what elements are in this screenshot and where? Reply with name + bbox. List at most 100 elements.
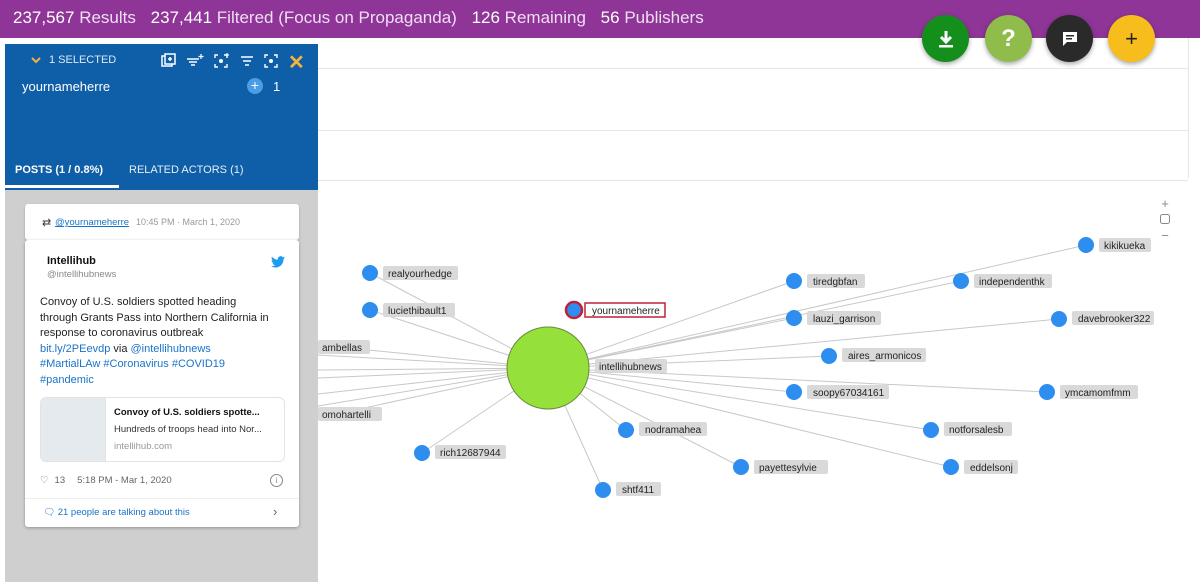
comment-button[interactable]	[1046, 15, 1093, 62]
tweet-mention[interactable]: @intellihubnews	[131, 343, 211, 355]
tab-posts[interactable]: POSTS (1 / 0.8%)	[15, 164, 103, 176]
graph-node[interactable]	[1051, 311, 1067, 327]
node-label: nodramahea	[645, 425, 702, 436]
link-description: Hundreds of troops head into Nor...	[114, 424, 262, 435]
active-tab-indicator	[5, 185, 119, 188]
selection-toggle[interactable]: 1 SELECTED	[31, 54, 116, 66]
info-icon[interactable]: i	[270, 474, 283, 487]
filtered-label: Filtered (Focus on Propaganda)	[216, 8, 457, 27]
network-graph[interactable]: intellihubnews yournameherre realyourhed…	[318, 180, 1188, 582]
like-count: 13	[54, 475, 66, 486]
graph-node[interactable]	[362, 265, 378, 281]
graph-edges	[318, 244, 1087, 491]
node-label: rich12687944	[440, 448, 501, 459]
tab-related-actors[interactable]: RELATED ACTORS (1)	[129, 164, 244, 176]
selection-panel: 1 SELECTED ✕ yournameherre + 1 POSTS (1 …	[5, 44, 318, 582]
add-to-group-icon[interactable]	[161, 53, 176, 68]
selected-actor-name[interactable]: yournameherre	[22, 79, 110, 94]
selected-count-label: 1 SELECTED	[49, 54, 117, 66]
chevron-down-icon	[31, 57, 41, 64]
help-button[interactable]: ?	[985, 15, 1032, 62]
tweet-hashtags[interactable]: #MartialLAw #Coronavirus #COVID19	[40, 357, 290, 373]
graph-node[interactable]	[362, 302, 378, 318]
tweet-text-line: response to coronavirus outbreak	[40, 327, 204, 339]
divider	[1188, 38, 1189, 178]
graph-node[interactable]	[943, 459, 959, 475]
add-filter-icon[interactable]	[186, 53, 204, 68]
add-actor-icon[interactable]: +	[247, 78, 263, 94]
close-icon[interactable]: ✕	[288, 50, 305, 75]
graph-node[interactable]	[786, 273, 802, 289]
zoom-controls: + −	[1157, 196, 1173, 244]
link-preview-card[interactable]: Convoy of U.S. soldiers spotte... Hundre…	[40, 397, 285, 462]
node-label: intellihubnews	[599, 362, 662, 373]
focus-add-icon[interactable]	[214, 53, 230, 68]
publishers-count: 56	[600, 8, 620, 27]
publishers-label: Publishers	[624, 8, 704, 27]
chevron-right-icon[interactable]: ›	[273, 504, 277, 519]
tweet-hashtag[interactable]: #pandemic	[40, 373, 290, 389]
remaining-count: 126	[471, 8, 500, 27]
retweet-time: 10:45 PM · March 1, 2020	[136, 217, 241, 227]
tweet-text-line: through Grants Pass into Northern Califo…	[40, 311, 269, 324]
graph-node[interactable]	[786, 384, 802, 400]
graph-node[interactable]	[1039, 384, 1055, 400]
node-label: ambellas	[322, 343, 362, 354]
divider	[318, 130, 1188, 131]
link-thumbnail	[41, 398, 106, 461]
selected-node[interactable]	[564, 300, 584, 320]
chat-bubble-icon: 🗨	[43, 507, 56, 518]
zoom-in-button[interactable]: +	[1157, 196, 1173, 212]
focus-icon[interactable]	[264, 53, 278, 68]
embedded-tweet: Intellihub @intellihubnews Convoy of U.S…	[25, 240, 299, 527]
graph-node[interactable]	[821, 348, 837, 364]
node-label: tiredgbfan	[813, 277, 857, 288]
graph-node[interactable]	[595, 482, 611, 498]
graph-node[interactable]	[786, 310, 802, 326]
graph-node[interactable]	[953, 273, 969, 289]
filtered-count: 237,441	[150, 8, 213, 27]
filter-icon[interactable]	[240, 55, 254, 67]
graph-labels: intellihubnews yournameherre realyourhed…	[318, 238, 1154, 496]
node-label: independenthk	[979, 277, 1046, 288]
panel-toolbar	[161, 53, 278, 68]
download-button[interactable]	[922, 15, 969, 62]
graph-node[interactable]	[923, 422, 939, 438]
tweet-author-name[interactable]: Intellihub	[47, 255, 96, 267]
zoom-reset-button[interactable]	[1157, 212, 1173, 228]
retweeter-link[interactable]: @yournameherre	[55, 217, 129, 228]
hub-node[interactable]	[506, 326, 590, 410]
add-button[interactable]: +	[1108, 15, 1155, 62]
panel-header: 1 SELECTED ✕ yournameherre + 1 POSTS (1 …	[5, 44, 318, 190]
tweet-meta: ♡ 13 5:18 PM - Mar 1, 2020	[40, 475, 172, 486]
node-label: payettesylvie	[759, 463, 817, 474]
remaining-label: Remaining	[504, 8, 586, 27]
zoom-out-button[interactable]: −	[1157, 228, 1173, 244]
selected-actor-count: 1	[273, 79, 281, 94]
tweet-text-line: Convoy of U.S. soldiers spotted heading	[40, 296, 237, 308]
heart-icon[interactable]: ♡	[40, 475, 49, 486]
twitter-icon[interactable]	[271, 255, 285, 273]
node-label: davebrooker322	[1078, 314, 1151, 325]
comment-icon	[1062, 31, 1077, 46]
help-icon: ?	[1001, 24, 1016, 52]
tweet-timestamp[interactable]: 5:18 PM - Mar 1, 2020	[77, 475, 172, 486]
graph-node[interactable]	[733, 459, 749, 475]
talking-link[interactable]: 🗨 21 people are talking about this	[43, 507, 190, 518]
divider	[25, 498, 299, 499]
stats-summary: 237,567 Results 237,441 Filtered (Focus …	[13, 8, 714, 28]
node-label: notforsalesb	[949, 425, 1004, 436]
node-label: aires_armonicos	[848, 351, 921, 362]
link-site: intellihub.com	[114, 441, 173, 452]
tweet-author-handle[interactable]: @intellihubnews	[47, 269, 116, 280]
node-label: lauzi_garrison	[813, 314, 875, 325]
graph-node[interactable]	[618, 422, 634, 438]
node-label: eddelsonj	[970, 463, 1013, 474]
plus-icon: +	[1125, 25, 1138, 51]
node-label: soopy67034161	[813, 388, 885, 399]
tweet-link[interactable]: bit.ly/2PEevdp	[40, 343, 110, 355]
link-title: Convoy of U.S. soldiers spotte...	[114, 407, 260, 418]
graph-node[interactable]	[414, 445, 430, 461]
tweet-text: Convoy of U.S. soldiers spotted heading …	[40, 295, 290, 388]
graph-node[interactable]	[1078, 237, 1094, 253]
